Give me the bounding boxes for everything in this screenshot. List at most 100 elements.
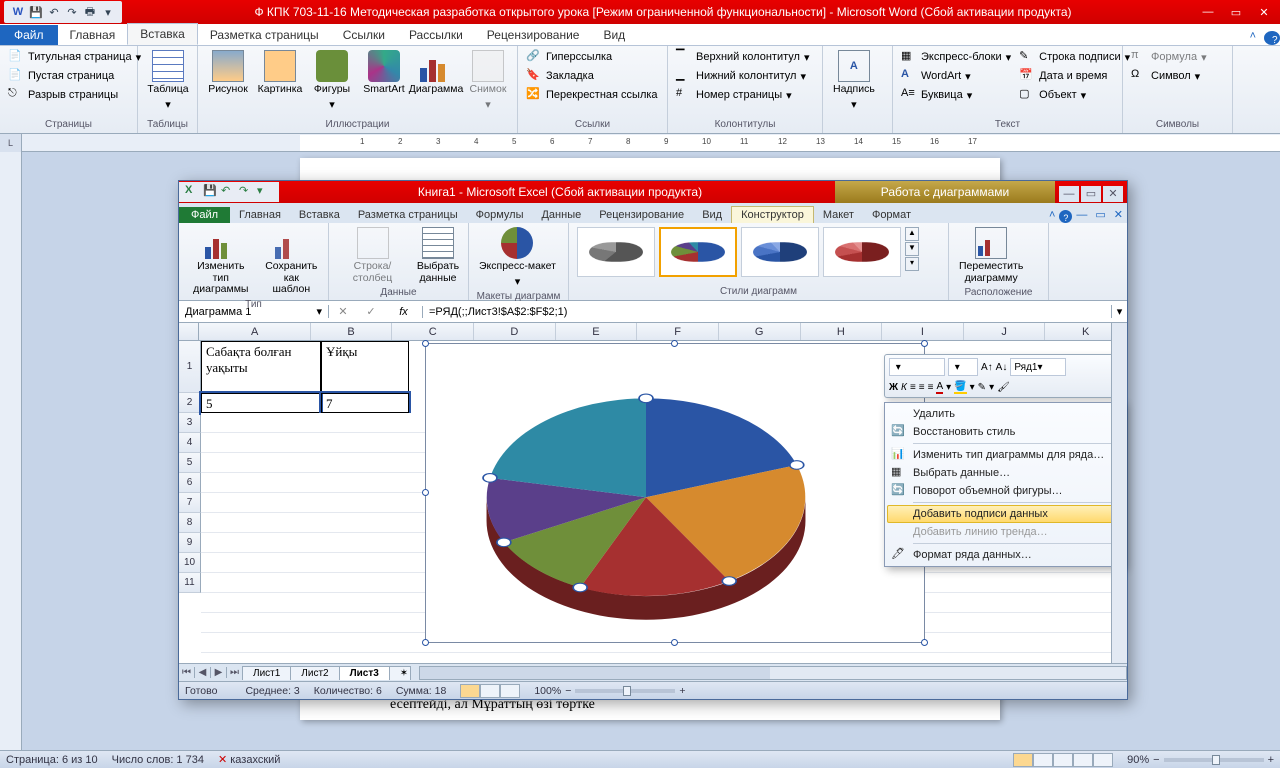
- bookmark-button[interactable]: 🔖Закладка: [524, 67, 660, 85]
- dropcap-button[interactable]: A≡Буквица ▾: [899, 86, 1013, 104]
- zoom-level[interactable]: 90%: [1127, 754, 1149, 766]
- quick-layout-button[interactable]: Экспресс-макет▾: [475, 225, 560, 290]
- clipart-button[interactable]: Картинка: [256, 48, 304, 98]
- italic-icon[interactable]: К: [901, 382, 907, 393]
- view-web[interactable]: [1053, 753, 1073, 767]
- dropdown-icon[interactable]: ▾: [316, 305, 322, 318]
- fx-label[interactable]: fx: [385, 306, 423, 318]
- sheet-tab-2[interactable]: Лист2: [290, 666, 339, 680]
- col-J[interactable]: J: [964, 323, 1046, 340]
- tab-review[interactable]: Рецензирование: [475, 25, 592, 45]
- save-template-button[interactable]: Сохранить как шаблон: [261, 225, 322, 298]
- col-C[interactable]: C: [392, 323, 474, 340]
- blank-page-button[interactable]: 📄Пустая страница: [6, 67, 143, 85]
- row-1[interactable]: 1: [179, 341, 201, 393]
- mini-size-dropdown[interactable]: ▾: [948, 358, 978, 376]
- shrink-font-icon[interactable]: A↓: [996, 362, 1008, 373]
- excel-zoom-slider[interactable]: [575, 689, 675, 693]
- tab-mailings[interactable]: Рассылки: [397, 25, 475, 45]
- excel-hscrollbar[interactable]: [419, 666, 1127, 680]
- row-5[interactable]: 5: [179, 453, 201, 473]
- col-B[interactable]: B: [311, 323, 393, 340]
- ctx-select-data[interactable]: ▦Выбрать данные…: [887, 464, 1121, 482]
- excel-tab-layout[interactable]: Разметка страницы: [349, 207, 467, 223]
- excel-tab-design[interactable]: Конструктор: [731, 206, 814, 223]
- maximize-button[interactable]: ▭: [1224, 6, 1248, 19]
- grow-font-icon[interactable]: A↑: [981, 362, 993, 373]
- ribbon-minimize-icon[interactable]: ˄: [1242, 27, 1264, 45]
- switch-rowcol-button[interactable]: Строка/столбец: [335, 225, 410, 286]
- status-lang[interactable]: ✕ казахский: [218, 753, 280, 766]
- excel-zoom-out-button[interactable]: −: [565, 685, 571, 697]
- excel-tab-format[interactable]: Формат: [863, 207, 920, 223]
- select-all-corner[interactable]: [179, 323, 199, 340]
- sheet-nav-prev[interactable]: ◀: [195, 667, 211, 678]
- sheet-tab-1[interactable]: Лист1: [242, 666, 291, 680]
- undo-icon[interactable]: ↶: [46, 4, 62, 20]
- chart-button[interactable]: Диаграмма: [412, 48, 460, 98]
- chart-style-1[interactable]: [577, 227, 655, 277]
- excel-zoom-level[interactable]: 100%: [534, 685, 561, 697]
- excel-save-icon[interactable]: 💾: [203, 184, 219, 200]
- equation-button[interactable]: πФормула ▾: [1129, 48, 1209, 66]
- excel-wb-close-button[interactable]: ✕: [1110, 206, 1127, 223]
- redo-icon[interactable]: ↷: [64, 4, 80, 20]
- format-painter-icon[interactable]: 🖌: [997, 382, 1010, 393]
- excel-maximize-button[interactable]: ▭: [1081, 186, 1101, 202]
- align-left-icon[interactable]: ≡: [910, 382, 916, 393]
- signature-button[interactable]: ✎Строка подписи ▾: [1017, 48, 1132, 66]
- chart-style-3[interactable]: [741, 227, 819, 277]
- excel-redo-icon[interactable]: ↷: [239, 184, 255, 200]
- shapes-button[interactable]: Фигуры▾: [308, 48, 356, 113]
- gallery-down-button[interactable]: ▼: [905, 242, 919, 256]
- pagenum-button[interactable]: #Номер страницы ▾: [674, 86, 811, 104]
- excel-qat-more-icon[interactable]: ▾: [257, 184, 273, 200]
- pie-chart[interactable]: [466, 362, 826, 622]
- save-icon[interactable]: 💾: [28, 4, 44, 20]
- view-draft[interactable]: [1093, 753, 1113, 767]
- col-I[interactable]: I: [882, 323, 964, 340]
- page-break-button[interactable]: ⎋Разрыв страницы: [6, 86, 143, 104]
- name-box[interactable]: Диаграмма 1▾: [179, 305, 329, 318]
- col-E[interactable]: E: [556, 323, 638, 340]
- excel-tab-formulas[interactable]: Формулы: [467, 207, 533, 223]
- print-icon[interactable]: 🖶: [82, 4, 98, 20]
- gallery-up-button[interactable]: ▲: [905, 227, 919, 241]
- mini-series-dropdown[interactable]: Ряд1 ▾: [1010, 358, 1066, 376]
- sheet-nav-next[interactable]: ▶: [211, 667, 227, 678]
- excel-wb-restore-button[interactable]: ▭: [1091, 206, 1109, 223]
- ctx-3d-rotate[interactable]: 🔄Поворот объемной фигуры…: [887, 482, 1121, 500]
- row-9[interactable]: 9: [179, 533, 201, 553]
- tab-view[interactable]: Вид: [591, 25, 637, 45]
- select-data-button[interactable]: Выбрать данные: [414, 225, 462, 286]
- tab-layout[interactable]: Разметка страницы: [198, 25, 331, 45]
- new-sheet-button[interactable]: ✶: [389, 666, 411, 680]
- row-8[interactable]: 8: [179, 513, 201, 533]
- row-2[interactable]: 2: [179, 393, 201, 413]
- excel-view-normal[interactable]: [460, 684, 480, 698]
- excel-tab-data[interactable]: Данные: [532, 207, 590, 223]
- col-G[interactable]: G: [719, 323, 801, 340]
- status-page[interactable]: Страница: 6 из 10: [6, 754, 98, 766]
- gallery-more-button[interactable]: ▾: [905, 257, 919, 271]
- excel-help-icon[interactable]: ?: [1059, 210, 1072, 223]
- cover-page-button[interactable]: 📄Титульная страница ▾: [6, 48, 143, 66]
- wordart-button[interactable]: AWordArt ▾: [899, 67, 1013, 85]
- outline-icon[interactable]: ✎: [978, 382, 986, 393]
- hyperlink-button[interactable]: 🔗Гиперссылка: [524, 48, 660, 66]
- excel-tab-review[interactable]: Рецензирование: [590, 207, 693, 223]
- sheet-tab-3[interactable]: Лист3: [339, 666, 390, 680]
- col-H[interactable]: H: [801, 323, 883, 340]
- table-button[interactable]: Таблица▾: [144, 48, 192, 113]
- status-words[interactable]: Число слов: 1 734: [112, 754, 204, 766]
- view-outline[interactable]: [1073, 753, 1093, 767]
- align-center-icon[interactable]: ≡: [919, 382, 925, 393]
- close-button[interactable]: ✕: [1252, 6, 1276, 19]
- word-ruler-horizontal[interactable]: L 1234567891011121314151617: [0, 134, 1280, 152]
- ctx-add-data-labels[interactable]: Добавить подписи данных: [887, 505, 1121, 523]
- font-color-icon[interactable]: A: [936, 381, 943, 394]
- textbox-button[interactable]: AНадпись▾: [829, 48, 879, 113]
- crossref-button[interactable]: 🔀Перекрестная ссылка: [524, 86, 660, 104]
- ctx-format-series[interactable]: 🖊Формат ряда данных…: [887, 546, 1121, 564]
- zoom-in-button[interactable]: +: [1268, 754, 1274, 766]
